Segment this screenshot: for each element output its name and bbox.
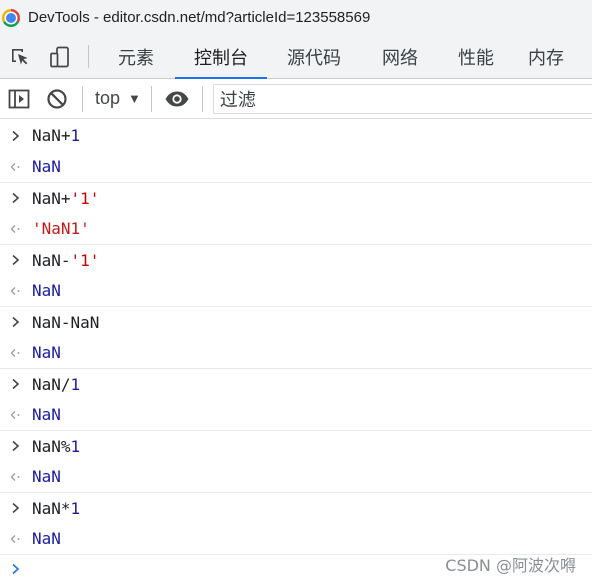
show-sidebar-icon[interactable] [0,79,38,119]
input-token: NaN- [32,250,71,270]
input-prompt-chevron-icon [0,254,32,266]
input-token: '1' [70,188,100,208]
tab-4[interactable]: 网络 [361,35,439,78]
title-bar: DevTools - editor.csdn.net/md?articleId=… [0,0,592,35]
tab-divider [88,45,89,68]
result-arrow-icon [0,161,32,173]
panel-tab-bar: 元素 控制台 源代码 网络 性能 内存 [0,35,592,79]
toolbar-divider [150,85,152,112]
console-result-row: NaN [0,523,592,554]
input-token: 1 [70,126,81,145]
tab-6[interactable]: 内存 [513,35,579,78]
console-toolbar: top ▼ 过滤 [0,79,592,119]
result-arrow-icon [0,347,32,359]
clear-console-icon[interactable] [38,79,76,119]
input-token: NaN/ [32,374,71,394]
result-arrow-icon [0,409,32,421]
console-result-row: NaN [0,151,592,182]
toolbar-divider [82,85,83,112]
result-value: NaN [32,281,61,300]
result-value: NaN [32,343,61,362]
input-token: 1 [70,374,81,394]
prompt-chevron-icon [0,563,32,575]
result-arrow-icon [0,533,32,545]
caret-down-icon: ▼ [128,91,141,106]
console-input-row[interactable]: NaN-NaN [0,306,592,337]
console-input-row[interactable]: NaN+ 1 [0,120,592,151]
result-value: NaN [32,467,61,486]
input-prompt-chevron-icon [0,130,32,142]
input-prompt-chevron-icon [0,316,32,328]
input-prompt-chevron-icon [0,502,32,514]
tab-3[interactable]: 源代码 [267,35,361,78]
context-label: top [95,88,121,108]
console-input-row[interactable]: NaN* 1 [0,492,592,523]
console-input-row[interactable]: NaN/1 [0,368,592,399]
console-input-row[interactable]: NaN- '1' [0,244,592,275]
input-token: 1 [70,436,81,456]
result-arrow-icon [0,285,32,297]
result-value: NaN [32,157,61,176]
live-expression-eye-icon[interactable] [158,79,196,119]
window-title: DevTools - editor.csdn.net/md?articleId=… [28,9,371,26]
inspect-element-icon[interactable] [0,35,40,78]
input-token: NaN* [32,498,71,518]
console-input-row[interactable]: NaN% 1 [0,430,592,461]
input-token: NaN% [32,436,71,456]
tab-1[interactable]: 元素 [97,35,175,78]
result-value: NaN [32,529,61,548]
result-arrow-icon [0,471,32,483]
input-token: NaN-NaN [32,312,100,332]
console-result-row: 'NaN1' [0,213,592,244]
input-token: NaN+ [32,126,71,145]
result-arrow-icon [0,223,32,235]
device-toolbar-icon[interactable] [40,35,80,78]
console-result-row: NaN [0,337,592,368]
filter-input[interactable]: 过滤 [212,83,592,114]
chrome-logo-icon [2,8,20,27]
input-prompt-chevron-icon [0,192,32,204]
console-result-row: NaN [0,275,592,306]
tab-list: 元素 控制台 源代码 网络 性能 内存 [97,35,579,79]
result-value: 'NaN1' [32,219,90,238]
console-input-row[interactable]: NaN+ '1' [0,182,592,213]
toolbar-divider [201,85,203,112]
filter-placeholder: 过滤 [219,89,256,111]
console-result-row: NaN [0,399,592,430]
tab-2[interactable]: 控制台 [175,35,267,79]
tab-5[interactable]: 性能 [439,35,513,78]
context-selector[interactable]: top ▼ [89,88,145,109]
input-token: 1 [70,498,81,518]
input-token: NaN+ [32,188,71,208]
input-prompt-chevron-icon [0,378,32,390]
console-output[interactable]: NaN+ 1 NaN NaN+ '1' 'NaN1' NaN- '1' NaN NaN-NaN Na… [0,120,592,582]
result-value: NaN [32,405,61,424]
input-prompt-chevron-icon [0,440,32,452]
watermark: CSDN @阿波次嘚 [445,556,576,575]
input-token: '1' [70,250,100,270]
console-result-row: NaN [0,461,592,492]
